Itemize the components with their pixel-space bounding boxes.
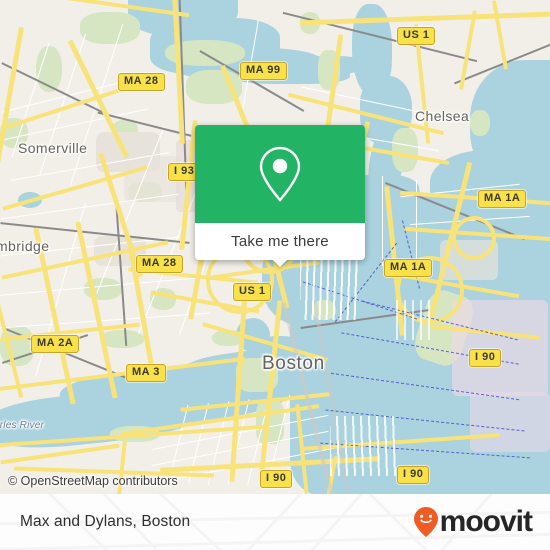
place-label: mbridge	[0, 238, 50, 254]
osm-attribution[interactable]: © OpenStreetMap contributors	[8, 474, 178, 488]
footer-bar: Max and Dylans, Boston moovit	[0, 494, 550, 550]
road-shield: MA 28	[136, 255, 183, 273]
pier-hatching	[330, 416, 400, 476]
road-shield: US 1	[233, 283, 272, 301]
industrial-area	[470, 392, 550, 452]
road-shield: MA 99	[240, 62, 287, 80]
road-shield: I 90	[469, 349, 502, 367]
major-road	[0, 443, 120, 465]
moovit-location-card: MA 28 MA 99 US 1I 93 MA 28 US 1 MA 1A MA 1A MA …	[0, 0, 550, 550]
road-shield: MA 1A	[478, 190, 527, 208]
pier-hatching	[396, 300, 436, 340]
major-road	[491, 0, 509, 70]
park-area	[392, 128, 418, 172]
road-shield: MA 1A	[384, 259, 433, 277]
popup-pointer-tail	[272, 259, 288, 267]
moovit-smiley-pin-icon	[413, 507, 438, 537]
road-shield: MA 2A	[31, 335, 80, 353]
location-popup-card[interactable]: Take me there	[195, 125, 365, 267]
road-shield: US 1	[397, 27, 436, 45]
place-label: arles River	[0, 420, 44, 431]
location-title: Max and Dylans, Boston	[20, 513, 191, 530]
park-area	[80, 12, 140, 44]
take-me-there-button[interactable]: Take me there	[195, 223, 365, 267]
map-canvas[interactable]: MA 28 MA 99 US 1I 93 MA 28 US 1 MA 1A MA 1A MA …	[0, 0, 550, 494]
major-road	[452, 216, 496, 260]
minor-road	[382, 176, 383, 266]
major-road	[0, 241, 24, 399]
place-label: Chelsea	[415, 108, 470, 124]
road-shield: I 90	[397, 466, 430, 484]
moovit-wordmark: moovit	[439, 505, 533, 538]
moovit-logo[interactable]: moovit	[413, 505, 533, 538]
industrial-area	[452, 300, 548, 396]
place-label: Boston	[262, 353, 325, 374]
major-road	[299, 11, 550, 26]
pier-hatching	[300, 250, 360, 320]
popup-image-area	[195, 125, 365, 223]
map-pin-icon	[259, 146, 301, 202]
road-shield: I 90	[260, 470, 293, 488]
place-label: Somerville	[18, 140, 88, 156]
take-me-there-label: Take me there	[231, 233, 329, 250]
road-shield: MA 28	[118, 73, 165, 91]
road-shield: MA 3	[126, 364, 166, 382]
park-area	[470, 110, 490, 136]
